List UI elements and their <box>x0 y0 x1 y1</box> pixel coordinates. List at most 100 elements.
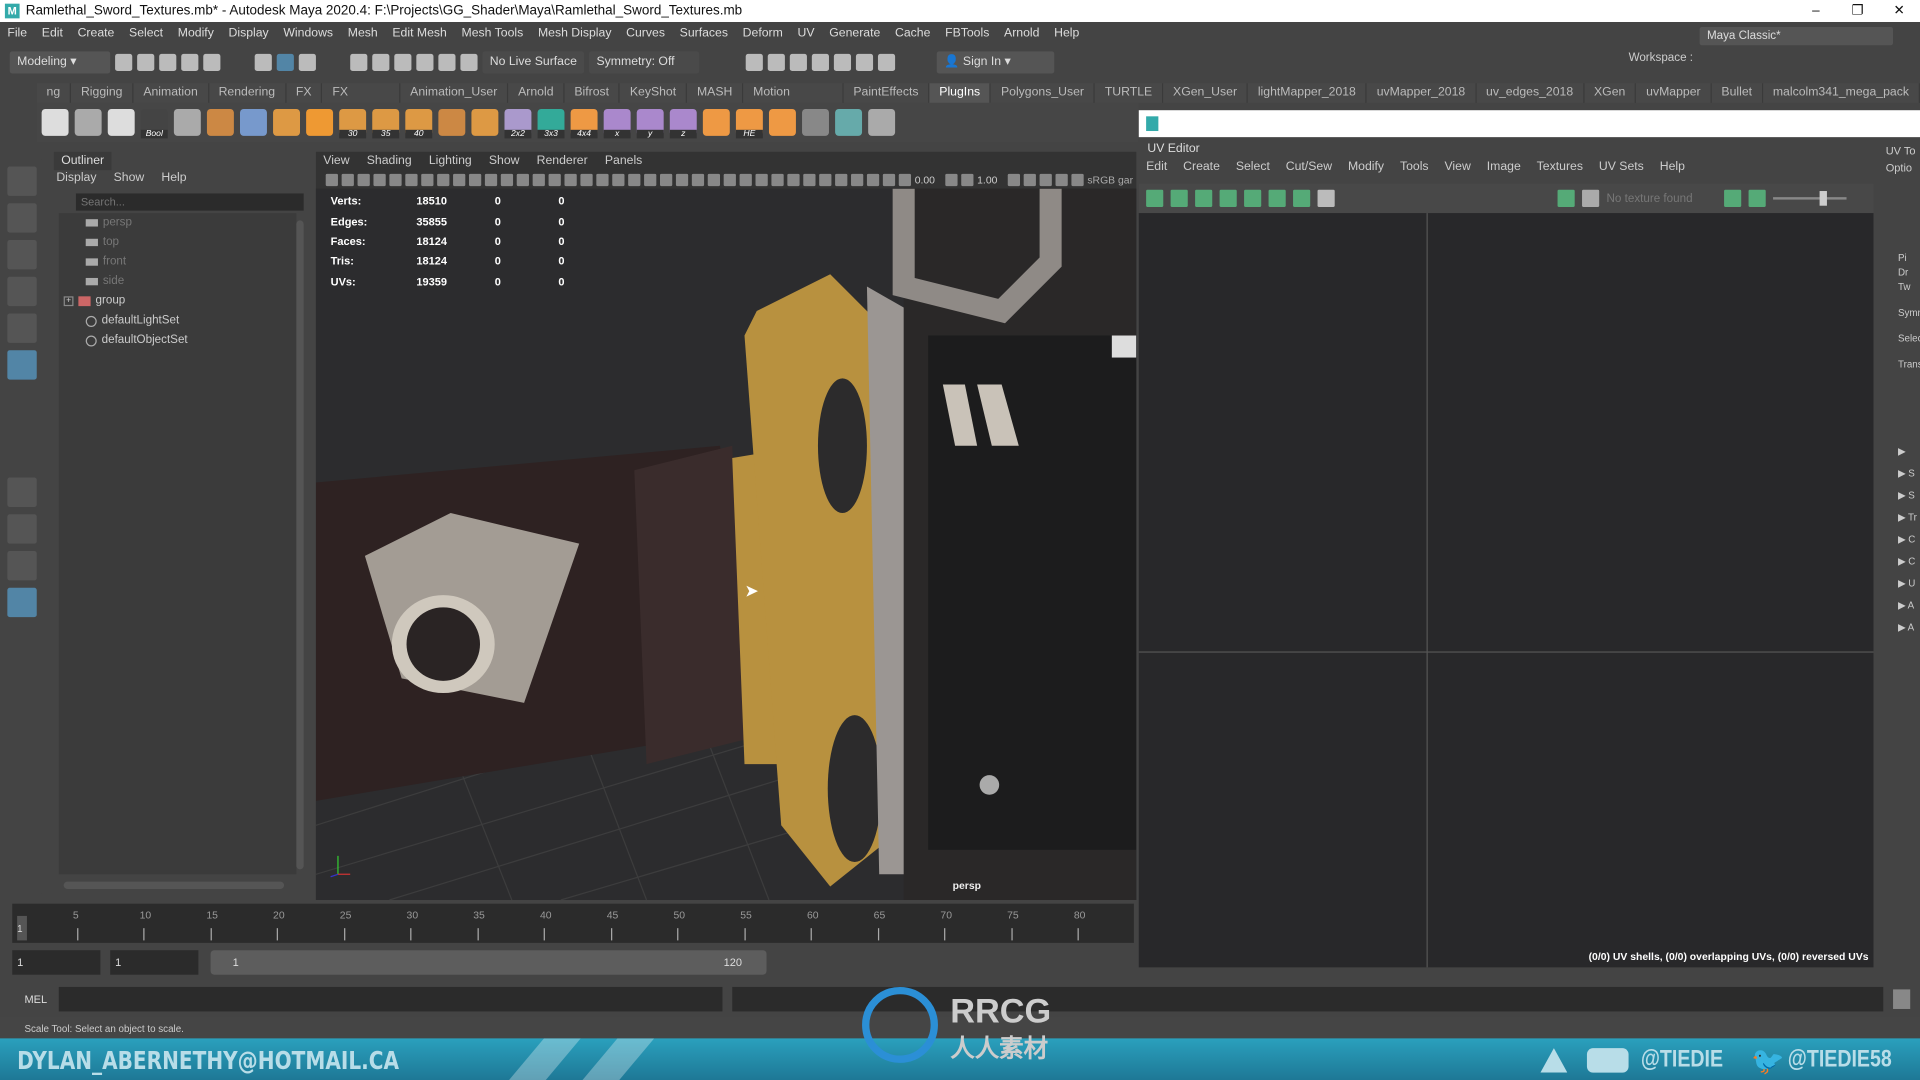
start-time-field[interactable]: 1 <box>12 950 101 975</box>
menu-item[interactable]: UV <box>790 26 822 39</box>
uv-distortion-icon[interactable] <box>1244 189 1262 207</box>
menu-item[interactable]: Select <box>122 26 171 39</box>
viewport-tool-icon[interactable] <box>484 173 498 187</box>
outliner-layout-icon[interactable] <box>7 587 37 618</box>
script-editor-icon[interactable] <box>1893 989 1911 1009</box>
uv-toolkit-section[interactable]: ▶ S <box>1881 468 1920 490</box>
shelf-tab[interactable]: FX <box>286 83 323 103</box>
shelf-tab[interactable]: uvMapper <box>1636 83 1712 103</box>
select-tool-icon[interactable] <box>7 166 37 196</box>
3d-scene[interactable]: Verts: 18510 0 0 Edges: 35855 0 0 Faces: 18124 0 0 T… <box>315 188 1137 901</box>
shelf-tab[interactable]: XGen_User <box>1163 83 1249 103</box>
image-display-icon[interactable] <box>1557 189 1575 207</box>
viewport-tool-icon[interactable] <box>787 173 800 187</box>
menu-item[interactable]: Mesh Display <box>531 26 619 39</box>
uv-toolkit-section[interactable]: ▶ S <box>1881 490 1920 512</box>
menu-item[interactable]: Mesh <box>340 26 385 39</box>
uv-editor-titlebar[interactable] <box>1138 110 1920 138</box>
uv-border-icon[interactable] <box>1219 189 1237 207</box>
menu-item[interactable]: Modify <box>170 26 221 39</box>
shelf-tool-icon[interactable]: 4x4 <box>570 108 598 139</box>
uv-editor-tab[interactable]: UV Editor <box>1141 142 1206 155</box>
uv-toolkit-section[interactable]: ▶ <box>1881 446 1920 468</box>
rotate-tool-icon[interactable] <box>7 313 37 343</box>
exposure-field[interactable]: 0.00 <box>915 174 942 186</box>
menu-item[interactable]: Edit <box>34 26 70 39</box>
shelf-tab[interactable]: Bullet <box>1711 83 1764 103</box>
uv-toolkit-item[interactable]: Pi <box>1881 252 1920 267</box>
uv-toolkit-section[interactable]: ▶ A <box>1881 600 1920 622</box>
viewport-tool-icon[interactable] <box>580 173 593 187</box>
viewport-tool-icon[interactable] <box>866 173 880 187</box>
uv-toolkit-item[interactable]: Tw <box>1881 282 1920 308</box>
viewport-tool-icon[interactable] <box>1039 173 1052 187</box>
viewport-tool-icon[interactable] <box>1071 173 1084 187</box>
viewport-tool-icon[interactable] <box>405 173 418 187</box>
menu-item[interactable]: Display <box>221 26 276 39</box>
sign-in-dropdown[interactable]: 👤 Sign In ▾ <box>936 51 1055 74</box>
shelf-tab[interactable]: FX Caching <box>322 83 401 119</box>
shelf-tool-icon[interactable]: 3x3 <box>537 108 565 139</box>
viewport-tool-icon[interactable] <box>803 173 816 187</box>
shelf-tool-icon[interactable] <box>702 108 730 136</box>
workspace-dropdown[interactable]: Maya Classic* <box>1699 26 1894 46</box>
shelf-tool-icon[interactable] <box>438 108 466 136</box>
viewport-tool-icon[interactable] <box>644 173 657 187</box>
outliner-item[interactable]: defaultObjectSet <box>59 331 297 351</box>
close-button[interactable]: ✕ <box>1878 0 1920 22</box>
shelf-tool-icon[interactable] <box>802 108 829 136</box>
snap-grid-icon[interactable] <box>350 53 368 72</box>
viewport-menu-item[interactable]: Show <box>489 154 520 167</box>
menu-item[interactable]: Create <box>70 26 121 39</box>
viewport-menu-item[interactable]: Panels <box>605 154 642 167</box>
undo-icon[interactable] <box>181 53 199 72</box>
viewport-tool-icon[interactable] <box>453 173 466 187</box>
uv-select-icon[interactable] <box>1195 189 1213 207</box>
uv-menu-item[interactable]: UV Sets <box>1599 160 1644 173</box>
outliner-item[interactable]: top <box>59 233 297 253</box>
open-scene-icon[interactable] <box>137 53 155 72</box>
outliner-menu-item[interactable]: Display <box>56 171 96 184</box>
uv-layout-icon[interactable] <box>1146 189 1164 207</box>
uv-menu-item[interactable]: Create <box>1183 160 1220 173</box>
shelf-tab[interactable]: PaintEffects <box>843 83 930 103</box>
outliner-item[interactable]: side <box>59 272 297 292</box>
uv-menu-item[interactable]: Image <box>1487 160 1521 173</box>
menu-item[interactable]: Arnold <box>997 26 1047 39</box>
expand-icon[interactable]: + <box>63 296 74 307</box>
select-component-icon[interactable] <box>298 53 316 72</box>
rgb-channels-icon[interactable] <box>1724 189 1742 207</box>
arnold-render-icon[interactable] <box>856 53 874 72</box>
ipr-render-icon[interactable] <box>789 53 808 72</box>
symmetry-dropdown[interactable]: Symmetry: Off <box>589 51 700 74</box>
shelf-tab[interactable]: PlugIns <box>929 83 992 103</box>
shelf-tool-icon[interactable] <box>240 108 267 136</box>
save-scene-icon[interactable] <box>159 53 177 72</box>
viewport-tool-icon[interactable] <box>675 173 689 187</box>
shelf-tool-icon[interactable]: Bool <box>140 108 168 139</box>
uv-toolkit-section[interactable]: ▶ C <box>1881 534 1920 556</box>
viewport-tool-icon[interactable] <box>819 173 832 187</box>
shelf-tool-icon[interactable]: HE <box>735 108 763 139</box>
uv-toolkit-item[interactable]: Trans <box>1881 359 1920 385</box>
render-icon[interactable] <box>767 53 786 72</box>
viewport-menu-item[interactable]: Lighting <box>429 154 472 167</box>
hypershade-icon[interactable] <box>834 53 852 72</box>
viewport-tool-icon[interactable] <box>723 173 736 187</box>
outliner-scrollbar[interactable] <box>296 220 304 870</box>
viewport-tool-icon[interactable] <box>1007 173 1021 187</box>
four-pane-icon[interactable] <box>7 514 37 544</box>
shelf-tool-icon[interactable] <box>74 108 102 136</box>
viewport-tool-icon[interactable] <box>325 173 338 187</box>
viewport-tool-icon[interactable] <box>612 173 625 187</box>
viewport-menu-item[interactable]: View <box>323 154 349 167</box>
shelf-tab[interactable]: Motion Graphics <box>743 83 844 119</box>
viewport-tool-icon[interactable] <box>596 173 609 187</box>
viewport-tool-icon[interactable] <box>755 173 768 187</box>
minimize-button[interactable]: – <box>1795 0 1837 22</box>
viewport-tool-icon[interactable] <box>1023 173 1036 187</box>
outliner-menu-item[interactable]: Help <box>161 171 186 184</box>
two-pane-icon[interactable] <box>7 551 37 581</box>
shelf-tab[interactable]: uv_edges_2018 <box>1476 83 1585 103</box>
uv-shell-icon[interactable] <box>1170 189 1188 207</box>
